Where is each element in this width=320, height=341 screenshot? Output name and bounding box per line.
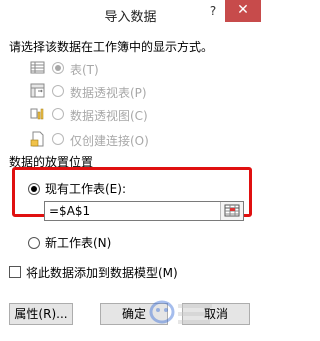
option-connection-only[interactable]: 仅创建连接(O): [30, 131, 250, 149]
connection-only-icon: [30, 131, 46, 147]
option-table[interactable]: 表(T): [30, 60, 250, 78]
option-pivot-table-radio[interactable]: [52, 85, 64, 97]
option-connection-only-radio[interactable]: [52, 133, 64, 145]
option-connection-only-label: 仅创建连接(O): [70, 134, 149, 148]
pivot-table-icon: [30, 83, 46, 99]
new-sheet-label[interactable]: 新工作表(N): [45, 234, 111, 251]
cell-reference-value[interactable]: =$A$1: [49, 204, 90, 218]
option-pivot-table[interactable]: 数据透视表(P): [30, 83, 250, 101]
range-select-button[interactable]: [220, 202, 243, 220]
add-to-data-model-label[interactable]: 将此数据添加到数据模型(M): [26, 264, 178, 281]
close-button[interactable]: ✕: [225, 0, 261, 22]
option-pivot-chart[interactable]: 数据透视图(C): [30, 106, 250, 124]
option-pivot-chart-radio[interactable]: [52, 108, 64, 120]
properties-button[interactable]: 属性(R)...: [9, 303, 73, 325]
table-icon: [30, 60, 46, 76]
option-pivot-table-label: 数据透视表(P): [70, 86, 147, 100]
option-pivot-chart-label: 数据透视图(C): [70, 109, 148, 123]
help-button[interactable]: ?: [204, 0, 222, 22]
existing-sheet-label[interactable]: 现有工作表(E):: [45, 180, 126, 197]
watermark-logo: [149, 300, 212, 324]
add-to-data-model-checkbox[interactable]: [9, 266, 21, 278]
collapse-dialog-icon: [224, 204, 240, 217]
existing-sheet-radio[interactable]: [28, 183, 40, 195]
new-sheet-radio[interactable]: [28, 237, 40, 249]
display-mode-prompt: 请选择该数据在工作簿中的显示方式。: [9, 40, 214, 54]
option-table-radio[interactable]: [52, 62, 64, 74]
option-table-label: 表(T): [70, 63, 99, 77]
pivot-chart-icon: [30, 106, 46, 122]
cell-reference-field[interactable]: =$A$1: [44, 201, 244, 221]
